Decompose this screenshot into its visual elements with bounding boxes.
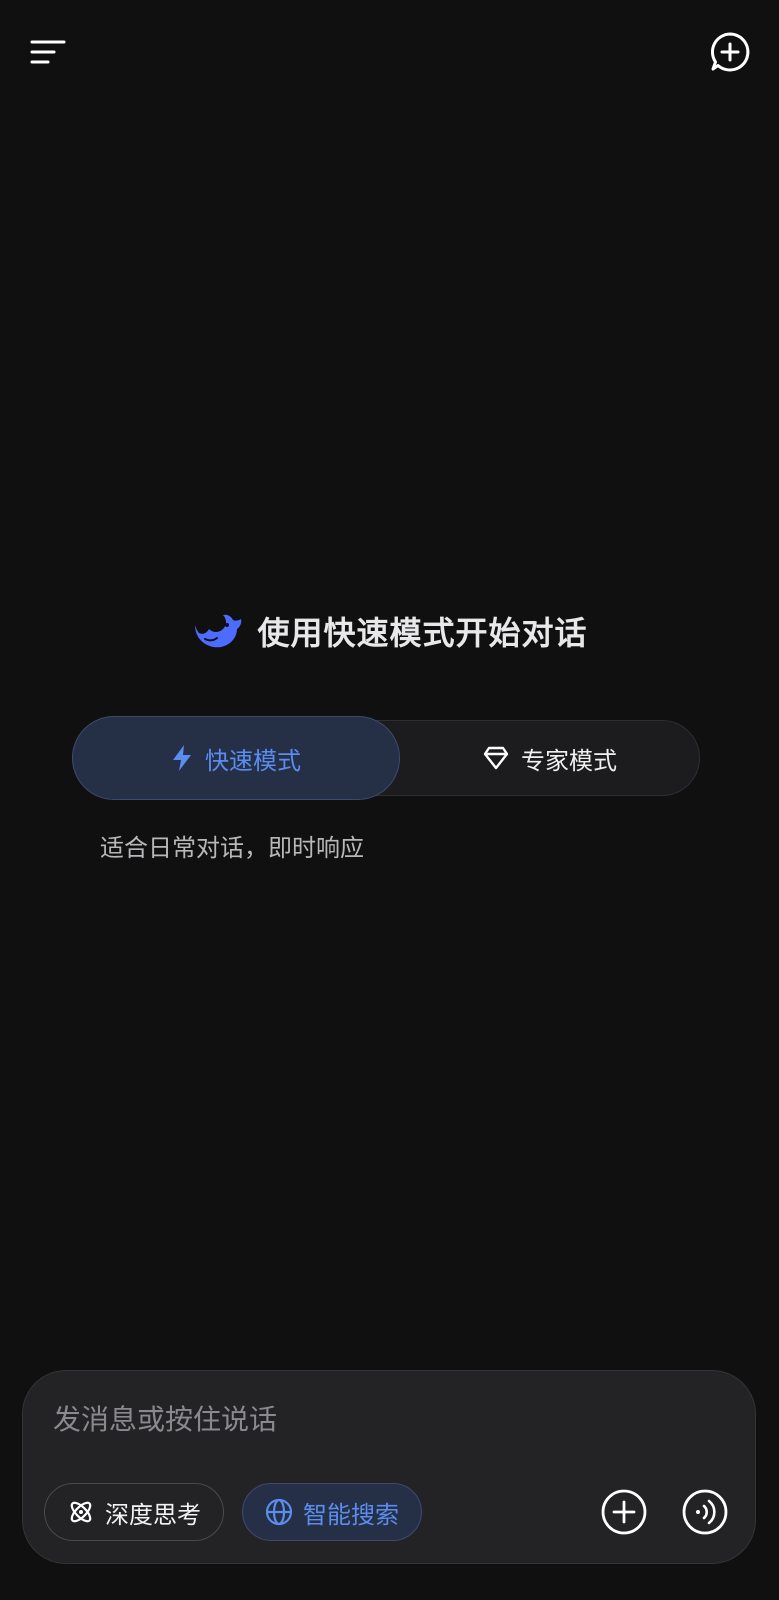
deepseek-whale-icon (195, 614, 242, 648)
add-attachment-button[interactable] (597, 1485, 651, 1539)
expert-mode-label: 专家模式 (521, 746, 617, 775)
plus-circle-icon (601, 1489, 647, 1535)
menu-icon (30, 40, 66, 64)
voice-wave-icon (682, 1489, 728, 1535)
fast-mode-label: 快速模式 (205, 746, 301, 775)
hero-title: 使用快速模式开始对话 (257, 614, 588, 652)
new-chat-icon (710, 32, 750, 72)
deep-think-label: 深度思考 (105, 1500, 201, 1529)
deep-think-button[interactable]: 深度思考 (44, 1483, 224, 1541)
lightning-icon (173, 745, 191, 771)
hero: 使用快速模式开始对话 (0, 608, 779, 654)
voice-button[interactable] (678, 1485, 732, 1539)
mode-toggle: 快速模式 专家模式 (72, 716, 700, 800)
diamond-icon (483, 746, 509, 770)
smart-search-button[interactable]: 智能搜索 (242, 1483, 422, 1541)
smart-search-label: 智能搜索 (303, 1500, 399, 1529)
message-composer: 深度思考 智能搜索 (22, 1370, 756, 1564)
globe-icon (265, 1498, 293, 1526)
expert-mode-option[interactable]: 专家模式 (400, 716, 700, 800)
menu-button[interactable] (18, 22, 78, 82)
mode-description: 适合日常对话，即时响应 (100, 834, 364, 862)
new-chat-button[interactable] (700, 22, 760, 82)
atom-icon (70, 1501, 92, 1523)
fast-mode-option[interactable]: 快速模式 (72, 716, 400, 800)
message-input[interactable] (53, 1397, 713, 1441)
